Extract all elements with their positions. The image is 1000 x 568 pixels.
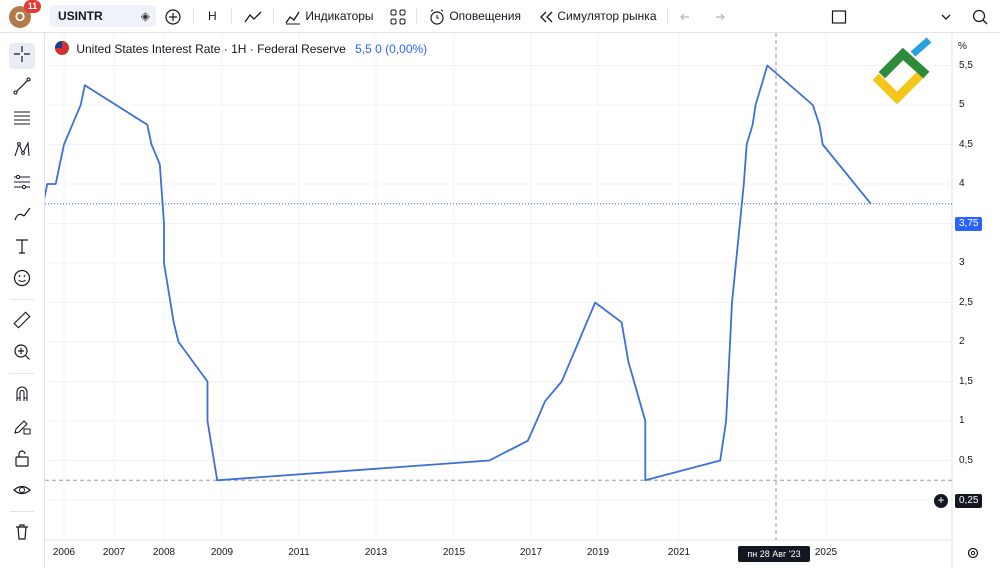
zoom-in-icon bbox=[12, 342, 32, 367]
crosshair-date-tag: пн 28 Авг '23 bbox=[738, 546, 810, 562]
ruler-icon bbox=[12, 310, 32, 335]
symbol-search-button[interactable]: USINTR ◈ bbox=[50, 5, 156, 27]
unlock-icon bbox=[12, 448, 32, 473]
interval-button[interactable]: H bbox=[208, 5, 217, 27]
magnet-tool[interactable] bbox=[9, 383, 35, 409]
text-tool[interactable] bbox=[9, 235, 35, 261]
price-tick-label: 5,5 bbox=[959, 59, 973, 71]
text-icon bbox=[12, 236, 32, 261]
time-tick-label: 2006 bbox=[52, 547, 76, 558]
price-tick-label: 2,5 bbox=[959, 296, 973, 308]
alerts-button[interactable]: Оповещения bbox=[428, 5, 521, 27]
last-price-tag: 3,75 bbox=[955, 217, 983, 231]
time-tick-label: 2013 bbox=[364, 547, 388, 558]
chart-type-button[interactable] bbox=[243, 5, 263, 27]
undo-icon bbox=[679, 9, 695, 23]
time-tick-label: 2011 bbox=[288, 547, 310, 558]
magnet-icon bbox=[12, 384, 32, 409]
time-tick-label: 2015 bbox=[442, 547, 466, 558]
grid-icon bbox=[389, 9, 407, 25]
lock-drawing-tool[interactable] bbox=[9, 415, 35, 441]
replay-button[interactable]: Симулятор рынка bbox=[538, 5, 657, 27]
chevron-down-icon bbox=[940, 9, 952, 23]
smiley-icon bbox=[12, 268, 32, 293]
plus-circle-icon bbox=[164, 9, 182, 25]
templates-button[interactable] bbox=[389, 5, 407, 27]
exchange-icon: ◈ bbox=[140, 9, 150, 23]
indicators-label: Индикаторы bbox=[305, 9, 374, 23]
price-tick-label: 4,5 bbox=[959, 138, 973, 150]
brush-icon bbox=[12, 204, 32, 229]
chart-legend[interactable]: United States Interest Rate · 1H · Feder… bbox=[55, 40, 427, 58]
replay-label: Симулятор рынка bbox=[557, 9, 657, 23]
chart-grid bbox=[45, 33, 952, 540]
eye-icon bbox=[12, 480, 32, 505]
square-icon bbox=[830, 9, 848, 24]
trash-icon bbox=[12, 522, 32, 547]
fib-tool[interactable] bbox=[9, 107, 35, 133]
time-tick-label: 2021 bbox=[667, 547, 691, 558]
trend-line-icon bbox=[12, 76, 32, 101]
series-group bbox=[45, 64, 872, 482]
indicators-icon bbox=[284, 9, 302, 25]
legend-value: 5,5 0 (0,00%) bbox=[355, 42, 428, 56]
redo-icon bbox=[710, 9, 726, 23]
series-line-interest-rate bbox=[45, 64, 872, 482]
quick-search-button[interactable] bbox=[971, 5, 989, 27]
line-chart-icon bbox=[243, 9, 263, 23]
layout-button[interactable] bbox=[830, 5, 848, 27]
forecast-icon bbox=[12, 172, 32, 197]
price-tick-label: 3 bbox=[959, 257, 965, 268]
price-tick-label: 1 bbox=[959, 415, 965, 426]
alarm-clock-icon bbox=[428, 9, 446, 25]
indicators-button[interactable]: Индикаторы bbox=[284, 5, 374, 27]
emoji-tool[interactable] bbox=[9, 267, 35, 293]
measure-tool[interactable] bbox=[9, 309, 35, 335]
hide-drawings-tool[interactable] bbox=[9, 479, 35, 505]
price-tick-label: 1,5 bbox=[959, 375, 973, 387]
price-axis-unit: % bbox=[958, 41, 967, 52]
forecast-tool[interactable] bbox=[9, 171, 35, 197]
time-tick-label: 2025 bbox=[814, 547, 838, 558]
brush-tool[interactable] bbox=[9, 203, 35, 229]
price-tick-label: 5 bbox=[959, 99, 965, 110]
time-tick-label: 2017 bbox=[519, 547, 543, 558]
crosshair bbox=[45, 33, 952, 540]
price-tick-label: 0,5 bbox=[959, 454, 973, 466]
zoom-tool[interactable] bbox=[9, 341, 35, 367]
pattern-tool[interactable] bbox=[9, 139, 35, 165]
crosshair-tool[interactable] bbox=[9, 43, 35, 69]
trend-line-tool[interactable] bbox=[9, 75, 35, 101]
time-tick-label: 2009 bbox=[210, 547, 234, 558]
lock-all-tool[interactable] bbox=[9, 447, 35, 473]
notification-badge: 11 bbox=[24, 0, 41, 13]
time-tick-label: 2008 bbox=[152, 547, 176, 558]
redo-button[interactable] bbox=[710, 5, 726, 27]
rewind-icon bbox=[538, 9, 554, 23]
crosshair-icon bbox=[12, 44, 32, 69]
time-tick-label: 2007 bbox=[102, 547, 126, 558]
time-tick-label: 2019 bbox=[586, 547, 610, 558]
legend-title: United States Interest Rate · 1H · Feder… bbox=[76, 42, 346, 56]
pattern-icon bbox=[12, 140, 32, 165]
price-tick-label: 2 bbox=[959, 336, 965, 347]
alerts-label: Оповещения bbox=[449, 9, 522, 23]
add-alert-plus-icon[interactable]: + bbox=[934, 494, 948, 508]
price-chart[interactable] bbox=[45, 33, 1000, 568]
compare-button[interactable] bbox=[164, 5, 182, 27]
pencil-lock-icon bbox=[12, 416, 32, 441]
symbol-name: USINTR bbox=[58, 9, 103, 23]
price-tick-label: 4 bbox=[959, 178, 965, 189]
settings-gear-icon[interactable] bbox=[966, 546, 980, 565]
horizontal-lines-icon bbox=[12, 108, 32, 133]
drawing-toolbar bbox=[0, 33, 45, 568]
search-icon bbox=[971, 9, 989, 25]
layout-menu-button[interactable] bbox=[940, 5, 952, 27]
crosshair-price-tag: 0,25 bbox=[955, 494, 983, 508]
remove-drawings-tool[interactable] bbox=[9, 521, 35, 547]
us-flag-icon bbox=[55, 41, 69, 55]
brand-logo bbox=[872, 37, 932, 105]
top-toolbar: O 11 USINTR ◈ H Индикаторы Оповещения Си… bbox=[0, 0, 1000, 33]
undo-button[interactable] bbox=[679, 5, 695, 27]
